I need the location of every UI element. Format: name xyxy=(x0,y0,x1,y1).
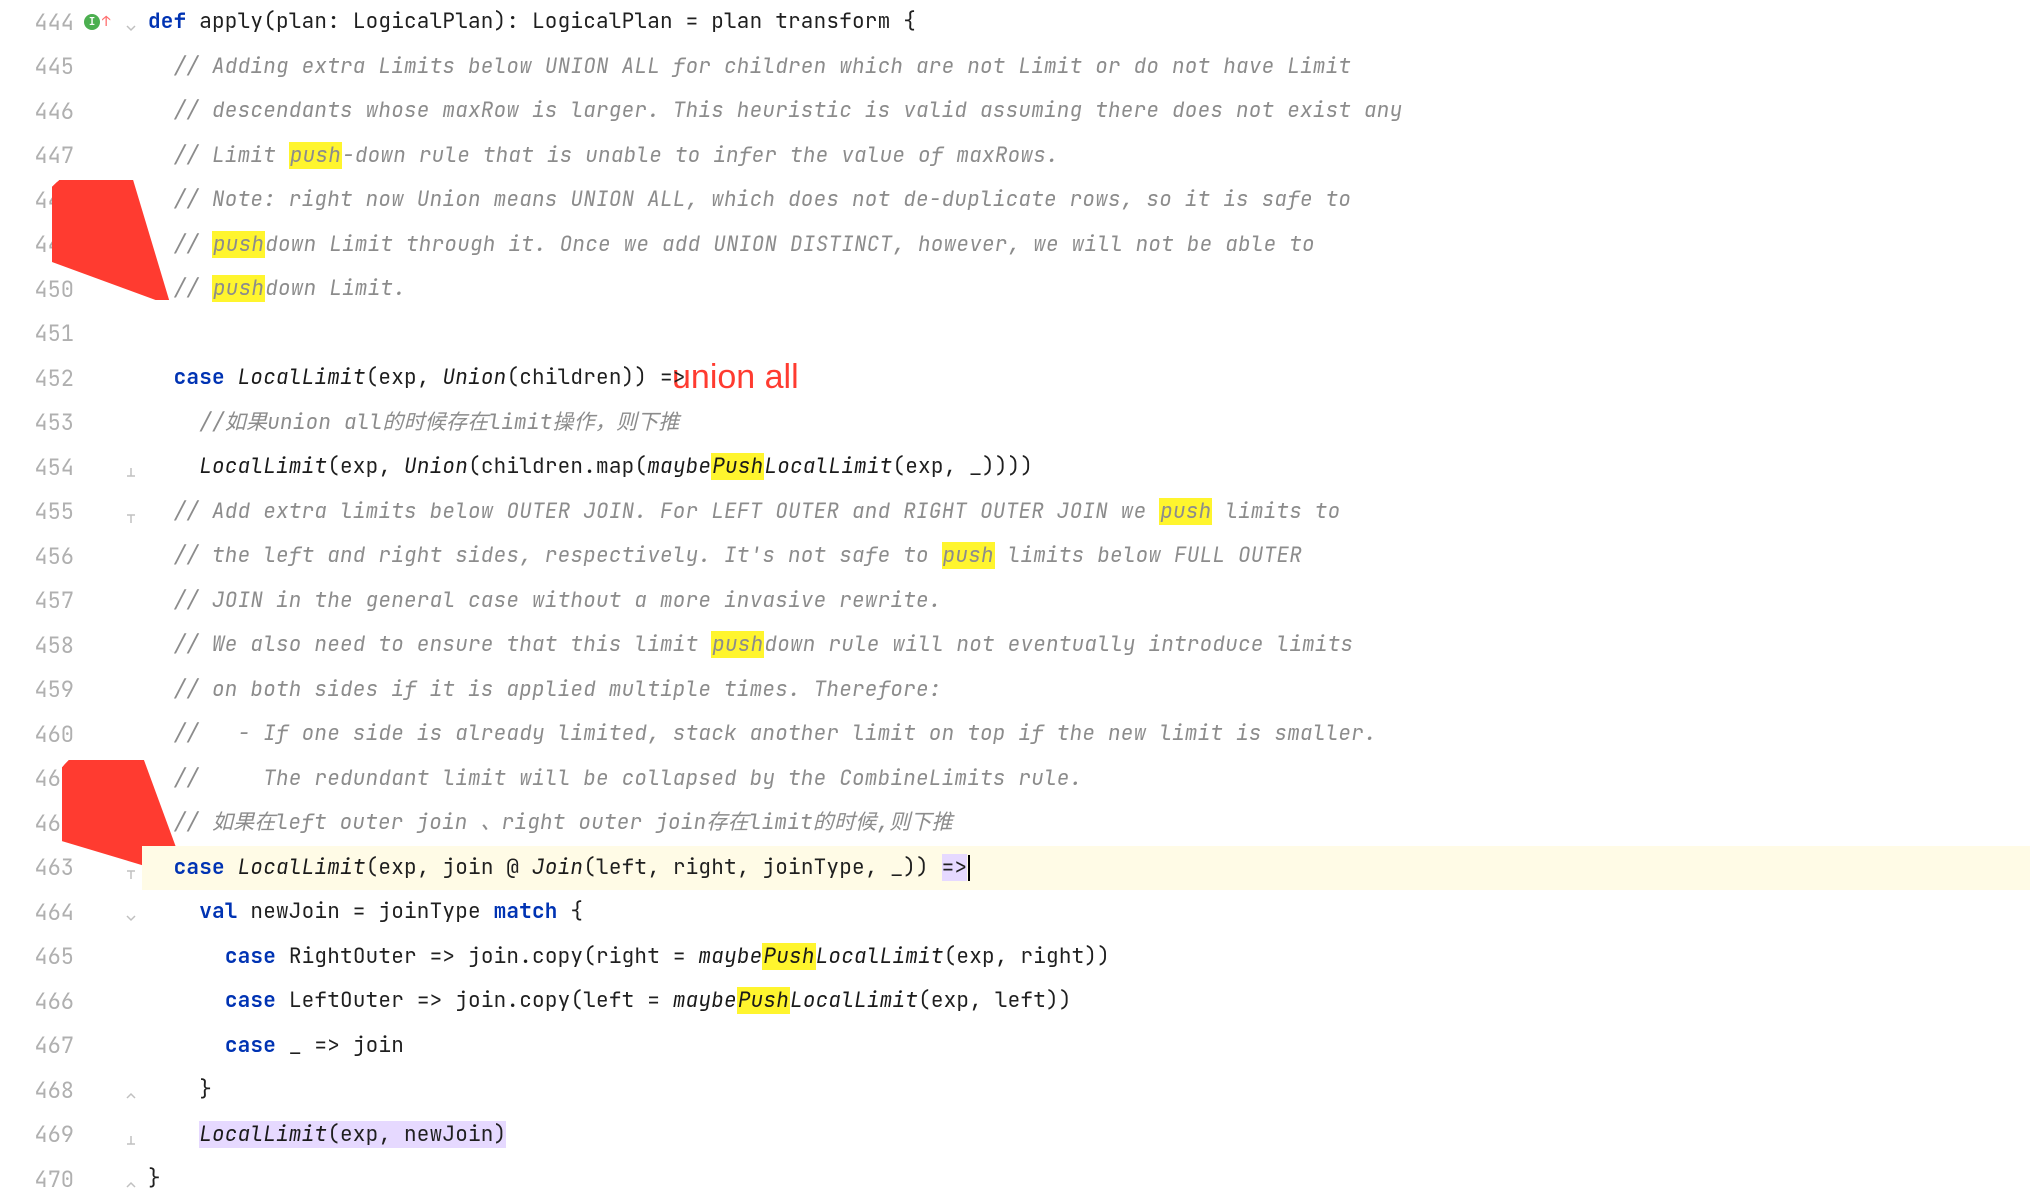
line-number: 455 xyxy=(0,497,84,526)
line-number: 469 xyxy=(0,1120,84,1149)
line-number: 453 xyxy=(0,408,84,437)
code-line[interactable]: // on both sides if it is applied multip… xyxy=(142,668,942,713)
fold-marker-icon[interactable] xyxy=(124,505,138,519)
code-line[interactable]: def apply(plan: LogicalPlan): LogicalPla… xyxy=(142,0,916,45)
line-number: 466 xyxy=(0,987,84,1016)
line-number: 470 xyxy=(0,1165,84,1194)
code-line[interactable]: LocalLimit(exp, newJoin) xyxy=(142,1113,506,1158)
line-number: 447 xyxy=(0,141,84,170)
code-line[interactable]: // - If one side is already limited, sta… xyxy=(142,712,1377,757)
line-number: 460 xyxy=(0,720,84,749)
line-number: 465 xyxy=(0,942,84,971)
text-cursor xyxy=(968,855,970,881)
code-line[interactable]: //如果union all的时候存在limit操作，则下推 xyxy=(142,401,680,446)
annotation-union-all: union all xyxy=(672,358,799,397)
gutter-impl-icon[interactable]: I↑ xyxy=(84,13,110,31)
fold-marker-icon[interactable] xyxy=(124,15,138,29)
line-number: 468 xyxy=(0,1076,84,1105)
line-number: 444 xyxy=(0,8,84,37)
code-area[interactable]: union all join def apply(plan: LogicalPl… xyxy=(142,0,2030,1202)
code-line[interactable]: // We also need to ensure that this limi… xyxy=(142,623,1353,668)
fold-marker-icon[interactable] xyxy=(124,905,138,919)
code-line[interactable]: // 如果在left outer join 、right outer join存… xyxy=(142,801,953,846)
code-editor[interactable]: 4444454464474484494504514524534544554564… xyxy=(0,0,2030,1202)
code-line[interactable]: case LocalLimit(exp, join @ Join(left, r… xyxy=(142,846,2030,891)
code-line[interactable]: } xyxy=(142,1068,212,1113)
code-line[interactable]: case RightOuter => join.copy(right = may… xyxy=(142,935,1110,980)
fold-marker-icon[interactable] xyxy=(124,460,138,474)
code-line[interactable]: // Adding extra Limits below UNION ALL f… xyxy=(142,45,1351,90)
code-line[interactable]: // Add extra limits below OUTER JOIN. Fo… xyxy=(142,490,1340,535)
code-line[interactable]: // the left and right sides, respectivel… xyxy=(142,534,1302,579)
code-line[interactable]: case _ => join xyxy=(142,1024,404,1069)
code-line[interactable]: // The redundant limit will be collapsed… xyxy=(142,757,1082,802)
line-number: 454 xyxy=(0,453,84,482)
line-number: 451 xyxy=(0,319,84,348)
line-number: 457 xyxy=(0,586,84,615)
code-line[interactable]: case LeftOuter => join.copy(left = maybe… xyxy=(142,979,1072,1024)
line-number: 445 xyxy=(0,52,84,81)
code-line[interactable]: // pushdown Limit through it. Once we ad… xyxy=(142,223,1315,268)
line-number: 459 xyxy=(0,675,84,704)
line-number: 446 xyxy=(0,97,84,126)
line-number: 452 xyxy=(0,364,84,393)
code-line[interactable]: LocalLimit(exp, Union(children.map(maybe… xyxy=(142,445,1033,490)
code-line[interactable]: // pushdown Limit. xyxy=(142,267,406,312)
line-number: 456 xyxy=(0,542,84,571)
code-line[interactable]: // JOIN in the general case without a mo… xyxy=(142,579,942,624)
code-line[interactable]: // Limit push-down rule that is unable t… xyxy=(142,134,1059,179)
code-line[interactable]: // Note: right now Union means UNION ALL… xyxy=(142,178,1351,223)
line-number: 464 xyxy=(0,898,84,927)
code-line[interactable]: } xyxy=(142,1157,161,1202)
fold-marker-icon[interactable] xyxy=(124,1172,138,1186)
code-line[interactable]: // descendants whose maxRow is larger. T… xyxy=(142,89,1402,134)
code-line[interactable]: case LocalLimit(exp, Union(children)) => xyxy=(142,356,686,401)
fold-marker-icon[interactable] xyxy=(124,1128,138,1142)
line-number: 458 xyxy=(0,631,84,660)
code-line[interactable]: val newJoin = joinType match { xyxy=(142,890,583,935)
fold-marker-icon[interactable] xyxy=(124,1083,138,1097)
line-number: 467 xyxy=(0,1031,84,1060)
